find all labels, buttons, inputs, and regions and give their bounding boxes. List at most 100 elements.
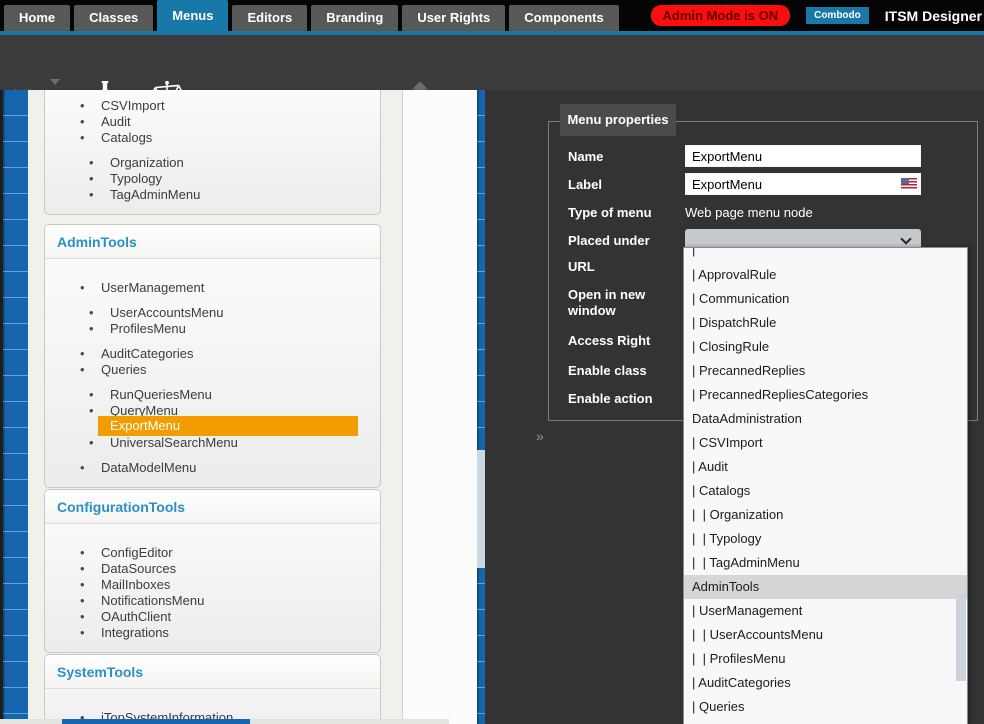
dropdown-option-label: | CSVImport [692, 435, 763, 450]
tree-card-configurationtools: ConfigurationTools •ConfigEditor•DataSour… [44, 489, 381, 653]
tree-card-body: •CSVImport•Audit•Catalogs•Organization•T… [45, 90, 380, 214]
tree-item-runqueriesmenu[interactable]: •RunQueriesMenu [45, 386, 380, 402]
blueprint-strip-left [3, 90, 28, 724]
menu-tree-panel: •CSVImport•Audit•Catalogs•Organization•T… [28, 90, 402, 719]
collapse-panel-chevron-icon[interactable]: » [536, 428, 544, 444]
tree-item-label: Typology [110, 171, 162, 186]
tree-item-label: UniversalSearchMenu [110, 435, 238, 450]
dropdown-scrollbar-thumb[interactable] [956, 594, 966, 681]
tab-branding[interactable]: Branding [311, 5, 398, 31]
dropdown-option[interactable]: | Communication [684, 287, 967, 311]
dropdown-option-label: | | Typology [692, 531, 761, 546]
type-of-menu-label: Type of menu [568, 205, 672, 221]
tree-item-notificationsmenu[interactable]: •NotificationsMenu [45, 592, 380, 608]
tab-user-rights[interactable]: User Rights [402, 5, 505, 31]
tab-components[interactable]: Components [509, 5, 618, 31]
tree-section-title[interactable]: AdminTools [45, 225, 380, 259]
tree-card-body: •iTopSystemInformation [45, 689, 380, 719]
dropdown-option[interactable]: | UserManagement [684, 599, 967, 623]
tree-item-exportmenu[interactable]: •ExportMenu [45, 418, 380, 434]
bullet-icon: • [80, 710, 101, 720]
dropdown-option[interactable]: | CSVImport [684, 431, 967, 455]
dropdown-option[interactable]: | | TagAdminMenu [684, 551, 967, 575]
tree-item-audit[interactable]: •Audit [45, 113, 380, 129]
dropdown-option[interactable]: | | Typology [684, 527, 967, 551]
access-right-label: Access Right [568, 333, 672, 349]
app-title: ITSM Designer [885, 8, 982, 24]
tree-item-catalogs[interactable]: •Catalogs [45, 129, 380, 145]
tree-item-queries[interactable]: •Queries [45, 361, 380, 377]
tree-item-integrations[interactable]: •Integrations [45, 624, 380, 640]
dropdown-option[interactable]: | AuditCategories [684, 671, 967, 695]
dropdown-option[interactable]: | ClosingRule [684, 335, 967, 359]
enable-class-label: Enable class [568, 363, 672, 379]
bullet-icon: • [80, 362, 101, 377]
dropdown-option[interactable]: | | Organization [684, 503, 967, 527]
dropdown-option[interactable]: | PrecannedReplies [684, 359, 967, 383]
dropdown-option[interactable]: DataAdministration [684, 407, 967, 431]
dropdown-option-label: | [692, 248, 967, 262]
dropdown-option[interactable]: | Audit [684, 455, 967, 479]
tree-item-label: AuditCategories [101, 346, 194, 361]
tree-item-mailinboxes[interactable]: •MailInboxes [45, 576, 380, 592]
tree-item-label: UserManagement [101, 280, 204, 295]
label-input[interactable] [685, 173, 921, 195]
dropdown-option[interactable]: | ApprovalRule [684, 263, 967, 287]
tab-editors[interactable]: Editors [232, 5, 307, 31]
dropdown-option[interactable]: | [684, 248, 967, 263]
vertical-scrollbar-thumb[interactable] [477, 450, 485, 568]
tree-section-title[interactable]: SystemTools [45, 655, 380, 689]
dropdown-option[interactable]: | Queries [684, 695, 967, 719]
tree-item-itopsysteminformation[interactable]: •iTopSystemInformation [45, 709, 380, 719]
dropdown-option-label: DataAdministration [692, 411, 802, 426]
top-bar: HomeClassesMenusEditorsBrandingUser Righ… [0, 0, 984, 31]
tree-item-label: TagAdminMenu [110, 187, 200, 202]
horizontal-scrollbar[interactable] [0, 719, 449, 724]
dropdown-option[interactable]: | | UserAccountsMenu [684, 623, 967, 647]
canvas-column [402, 90, 477, 724]
tree-item-csvimport[interactable]: •CSVImport [45, 97, 380, 113]
dropdown-option[interactable]: | DispatchRule [684, 311, 967, 335]
tree-item-typology[interactable]: •Typology [45, 170, 380, 186]
name-input[interactable] [685, 145, 921, 167]
tree-item-configeditor[interactable]: •ConfigEditor [45, 544, 380, 560]
tree-card-systemtools: SystemTools •iTopSystemInformation [44, 654, 381, 719]
tab-menus[interactable]: Menus [157, 0, 228, 31]
tree-item-auditcategories[interactable]: •AuditCategories [45, 345, 380, 361]
tree-item-label: CSVImport [101, 98, 165, 113]
label-label: Label [568, 177, 672, 193]
dropdown-option-label: | PrecannedReplies [692, 363, 805, 378]
dropdown-option[interactable]: | Catalogs [684, 479, 967, 503]
tree-section-title[interactable]: ConfigurationTools [45, 490, 380, 524]
horizontal-scrollbar-thumb[interactable] [62, 719, 250, 724]
dropdown-option[interactable]: | PrecannedRepliesCategories [684, 383, 967, 407]
bullet-icon: • [89, 155, 110, 170]
bullet-icon: • [80, 130, 101, 145]
bullet-icon: • [80, 280, 101, 295]
tree-item-label: UserAccountsMenu [110, 305, 223, 320]
vertical-scrollbar[interactable] [477, 90, 485, 724]
tree-item-datasources[interactable]: •DataSources [45, 560, 380, 576]
tree-item-tagadminmenu[interactable]: •TagAdminMenu [45, 186, 380, 202]
dropdown-option-label: | Audit [692, 459, 728, 474]
tab-home[interactable]: Home [4, 5, 70, 31]
tree-item-usermanagement[interactable]: •UserManagement [45, 279, 380, 295]
menu-properties-tab[interactable]: Menu properties [560, 104, 676, 136]
tree-item-profilesmenu[interactable]: •ProfilesMenu [45, 320, 380, 336]
bullet-icon: • [80, 98, 101, 113]
tab-classes[interactable]: Classes [74, 5, 153, 31]
tree-item-organization[interactable]: •Organization [45, 154, 380, 170]
tree-item-useraccountsmenu[interactable]: •UserAccountsMenu [45, 304, 380, 320]
bullet-icon: • [89, 187, 110, 202]
tree-item-universalsearchmenu[interactable]: •UniversalSearchMenu [45, 434, 380, 450]
tree-item-datamodelmenu[interactable]: •DataModelMenu [45, 459, 380, 475]
open-in-new-window-label: Open in new window [568, 287, 672, 319]
dropdown-option-label: | Catalogs [692, 483, 750, 498]
bullet-icon: • [80, 545, 101, 560]
dropdown-option-label: | Queries [692, 699, 745, 714]
dropdown-option[interactable]: AdminTools [684, 575, 967, 599]
tree-item-label: NotificationsMenu [101, 593, 204, 608]
dropdown-option[interactable]: | | ProfilesMenu [684, 647, 967, 671]
tree-item-oauthclient[interactable]: •OAuthClient [45, 608, 380, 624]
tree-item-label: MailInboxes [101, 577, 170, 592]
